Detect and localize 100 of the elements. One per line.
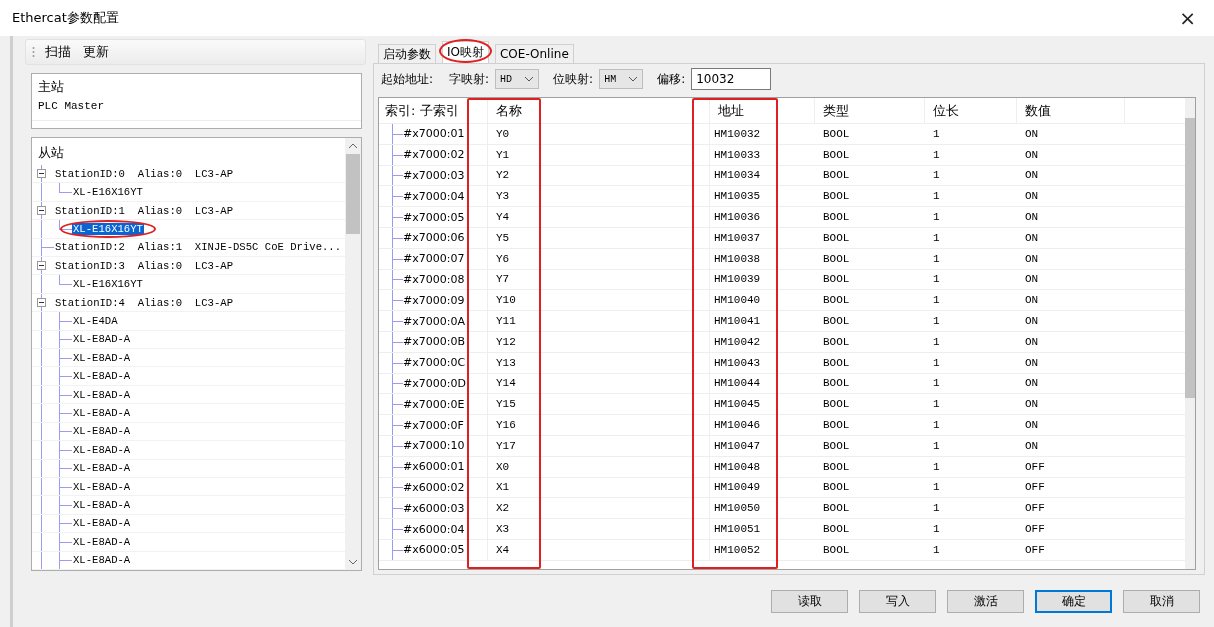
- table-cell: Y3: [496, 190, 510, 203]
- dialog-button[interactable]: 确定: [1035, 589, 1112, 613]
- table-cell: #x7000:03: [403, 169, 465, 182]
- tree-item[interactable]: XL-E16X16YT: [72, 222, 144, 235]
- table-cell: BOOL: [823, 127, 850, 140]
- tree-item[interactable]: XL-E8AD-A: [72, 333, 132, 346]
- tree-item[interactable]: XL-E8AD-A: [72, 462, 132, 475]
- tree-item[interactable]: StationID:1 Alias:0 LC3-AP: [54, 204, 234, 217]
- tree-item[interactable]: XL-E16X16YT: [72, 278, 144, 291]
- table-cell: Y14: [496, 377, 516, 390]
- table-cell: Y2: [496, 169, 510, 182]
- list-item[interactable]: PLC Master: [32, 98, 361, 121]
- tab[interactable]: 启动参数: [378, 44, 436, 63]
- toolbar-button[interactable]: 更新: [81, 43, 111, 61]
- table-cell: HM10036: [714, 211, 761, 224]
- table-cell: ON: [1025, 419, 1039, 432]
- table-cell: Y16: [496, 419, 516, 432]
- dialog-button[interactable]: 取消: [1123, 589, 1200, 613]
- tree-item[interactable]: StationID:2 Alias:1 XINJE-DS5C CoE Drive...: [54, 241, 343, 254]
- table-cell: #x7000:0A: [403, 314, 465, 328]
- column-header[interactable]: 索引: 子索引: [385, 101, 459, 120]
- tree-item[interactable]: XL-E8AD-A: [72, 499, 132, 511]
- table-cell: #x7000:07: [403, 252, 465, 266]
- field-label: 字映射:: [449, 70, 490, 88]
- tree-item[interactable]: XL-E8AD-A: [72, 443, 132, 456]
- scroll-down-icon[interactable]: [348, 559, 358, 565]
- tree-item[interactable]: XL-E8AD-A: [72, 425, 132, 438]
- dropdown[interactable]: HM: [599, 69, 644, 89]
- collapse-toggle-icon[interactable]: [37, 169, 46, 178]
- grip-icon: [32, 46, 35, 58]
- table-cell: ON: [1025, 169, 1039, 182]
- tab[interactable]: IO映射: [442, 41, 489, 63]
- table-cell: #x6000:05: [403, 543, 465, 557]
- panel-heading: 从站: [37, 144, 65, 162]
- tree-item[interactable]: XL-E8AD-A: [72, 480, 132, 493]
- table-cell: BOOL: [823, 439, 850, 452]
- input-field[interactable]: 10032: [691, 68, 772, 90]
- table-cell: HM10043: [714, 356, 761, 369]
- dropdown[interactable]: HD: [495, 69, 540, 89]
- table-cell: ON: [1025, 335, 1039, 348]
- table-cell: HM10046: [714, 419, 761, 432]
- tree-item[interactable]: StationID:4 Alias:0 LC3-AP: [54, 296, 234, 309]
- dialog-button[interactable]: 激活: [947, 589, 1024, 613]
- collapse-toggle-icon[interactable]: [37, 261, 46, 271]
- close-button[interactable]: ×: [1175, 8, 1200, 28]
- scroll-thumb[interactable]: [1185, 118, 1195, 398]
- tree-item[interactable]: StationID:3 Alias:0 LC3-AP: [54, 259, 234, 272]
- table-cell: #x7000:0F: [403, 418, 464, 432]
- toolbar-button[interactable]: 扫描: [43, 43, 73, 61]
- table-cell: 1: [933, 273, 940, 286]
- tree-item[interactable]: XL-E8AD-A: [72, 535, 132, 548]
- tree-item[interactable]: XL-E8AD-A: [72, 351, 132, 364]
- table-cell: ON: [1025, 294, 1039, 307]
- table-cell: Y17: [496, 439, 516, 452]
- table-cell: 1: [933, 419, 940, 432]
- scroll-thumb[interactable]: [346, 154, 360, 234]
- table-cell: Y5: [496, 231, 510, 244]
- table-cell: 1: [933, 211, 940, 224]
- tree-item[interactable]: StationID:0 Alias:0 LC3-AP: [54, 167, 234, 180]
- table-cell: 1: [933, 377, 940, 390]
- tree-item[interactable]: XL-E16X16YT: [72, 186, 144, 199]
- field-label: 偏移:: [657, 70, 686, 88]
- tree-item[interactable]: XL-E8AD-A: [72, 517, 132, 530]
- table-cell: 1: [933, 127, 940, 140]
- column-header[interactable]: 数值: [1025, 101, 1051, 120]
- tree-item[interactable]: XL-E8AD-A: [72, 407, 132, 419]
- table-cell: ON: [1025, 231, 1039, 244]
- collapse-toggle-icon[interactable]: [37, 205, 46, 215]
- table-cell: OFF: [1025, 502, 1045, 515]
- tree-item[interactable]: XL-E8AD-A: [72, 554, 132, 567]
- column-header[interactable]: 名称: [496, 101, 522, 120]
- collapse-toggle-icon[interactable]: [37, 297, 46, 307]
- table-cell: HM10040: [714, 294, 761, 307]
- dialog-button[interactable]: 写入: [859, 589, 936, 613]
- table-cell: BOOL: [823, 543, 850, 556]
- tab[interactable]: COE-Online: [495, 44, 574, 63]
- table-cell: ON: [1025, 398, 1039, 411]
- table-cell: Y15: [496, 398, 516, 411]
- table-cell: BOOL: [823, 169, 850, 182]
- table-cell: BOOL: [823, 502, 850, 515]
- scroll-up-icon[interactable]: [348, 143, 358, 149]
- tree-item[interactable]: XL-E8AD-A: [72, 370, 132, 383]
- column-header[interactable]: 位长: [933, 101, 959, 120]
- table-cell: 1: [933, 294, 940, 307]
- table-cell: Y1: [496, 148, 510, 161]
- dialog-button[interactable]: 读取: [771, 589, 848, 613]
- table-cell: #x6000:03: [403, 501, 465, 515]
- scrollbar[interactable]: [345, 138, 361, 570]
- column-header[interactable]: 类型: [823, 101, 849, 120]
- table-cell: BOOL: [823, 335, 850, 348]
- scrollbar[interactable]: [1185, 98, 1195, 569]
- tree-item[interactable]: XL-E4DA: [72, 314, 119, 327]
- table-cell: 1: [933, 148, 940, 161]
- tree-item[interactable]: XL-E8AD-A: [72, 388, 132, 401]
- table-cell: #x7000:01: [403, 127, 465, 141]
- table-cell: BOOL: [823, 252, 850, 265]
- table-cell: BOOL: [823, 294, 850, 307]
- table-cell: ON: [1025, 148, 1039, 161]
- table-cell: BOOL: [823, 460, 850, 473]
- column-header[interactable]: 地址: [718, 101, 744, 120]
